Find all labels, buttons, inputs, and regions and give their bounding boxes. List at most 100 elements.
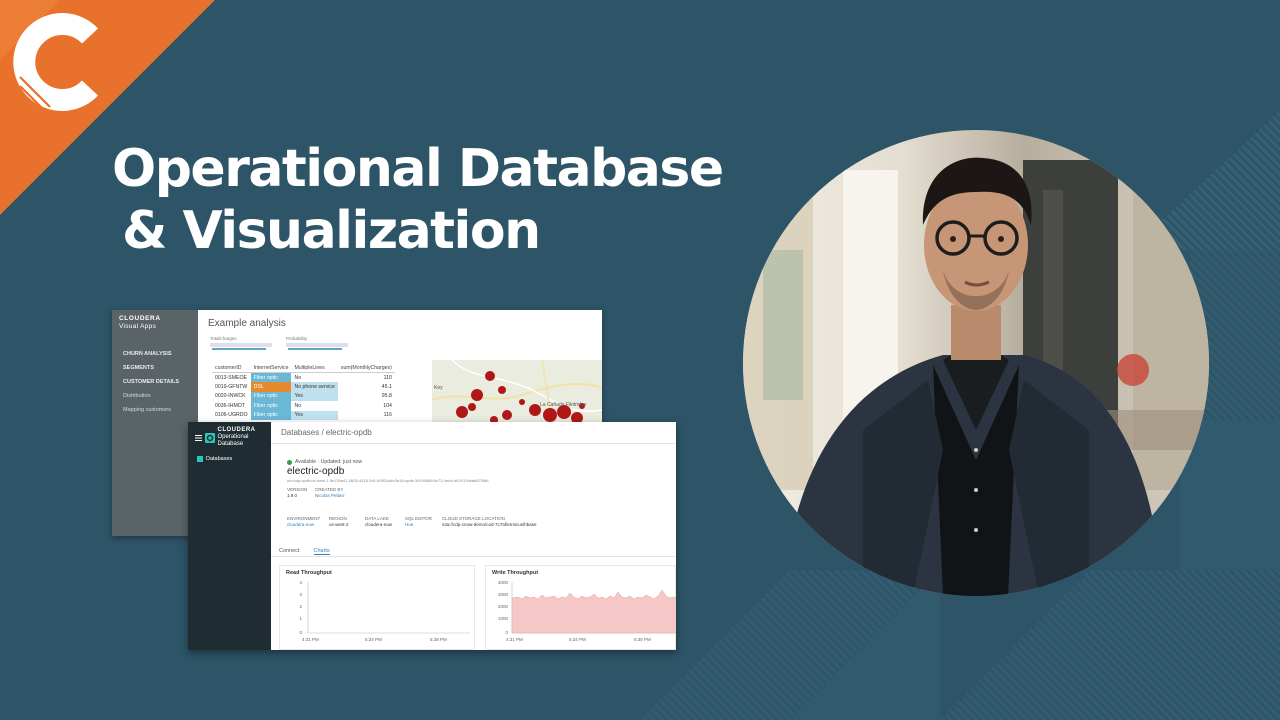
col-header[interactable]: customerID (212, 363, 251, 373)
write-chart-svg: 4000 3000 2000 1000 0 4:31 PM 5:34 PM 5:… (498, 580, 676, 642)
nav-databases-label: Databases (206, 456, 233, 462)
odb-brand: CLOUDERA Operational Database (195, 427, 271, 448)
cloudera-icon (205, 432, 215, 443)
cell: Fiber optic (250, 410, 292, 420)
brand-line-1: CLOUDERA (119, 315, 161, 322)
cell: 116 (383, 412, 392, 419)
database-icon (197, 456, 203, 462)
status-text: Available · Updated: just now (295, 459, 363, 465)
read-y-tick: 1 (299, 616, 302, 621)
table-row: 0106-UGRDO Fiber optic Yes 116 (212, 410, 395, 420)
write-y-tick: 0 (505, 630, 508, 635)
slider-graphics: TotalCharges Probability (210, 336, 348, 350)
analysis-title: Example analysis (208, 318, 286, 329)
status-badge: Available · Updated: just now (287, 459, 362, 465)
write-y-tick: 4000 (498, 580, 509, 585)
cell: 0019-GFNTW (215, 383, 248, 390)
write-x-tick: 4:31 PM (506, 637, 523, 642)
page-title: Operational Database & Visualization (112, 138, 724, 262)
odb-sidebar: CLOUDERA Operational Database Databases (188, 422, 271, 650)
operational-db-screenshot: CLOUDERA Operational Database Databases … (188, 422, 676, 650)
cell: 0106-UGRDO (215, 412, 248, 419)
nav-mapping-customers[interactable]: Mapping customers (123, 403, 179, 417)
col-header[interactable]: sum(MonthlyCharges) (337, 363, 395, 373)
read-throughput-chart: Read Throughput 4 3 2 1 0 4:31 PM 5:34 P… (279, 565, 475, 650)
version-field: VERSION 1.9.0 (287, 487, 307, 499)
sql-editor-value[interactable]: Hue (405, 522, 432, 528)
breadcrumb: Databases / electric-opdb (271, 422, 676, 444)
read-y-tick: 4 (299, 580, 302, 585)
tab-connect[interactable]: Connect (279, 548, 300, 555)
cell: Fiber optic (250, 372, 292, 382)
cell: Fiber optic (250, 401, 292, 411)
table-row: 0019-GFNTW DSL No phone service 45.1 (212, 382, 395, 392)
cell: Yes (291, 391, 338, 401)
odb-main: Databases / electric-opdb Available · Up… (271, 422, 676, 650)
cell: 45.1 (381, 383, 392, 390)
map-label-la-canada: La Cañada Flintridge (540, 402, 587, 408)
datalake-value[interactable]: cloudera-now (365, 522, 392, 528)
visual-apps-sidebar: CLOUDERA Visual Apps CHURN ANALYSIS SEGM… (112, 310, 198, 536)
filter-sliders: TotalCharges Probability (210, 335, 360, 356)
write-y-tick: 1000 (498, 616, 509, 621)
brand-line-2: Visual Apps (119, 322, 157, 330)
table-row: 0036-IHMOT Fiber optic No 104 (212, 401, 395, 411)
churn-table: customerID InternetService MultipleLines… (212, 363, 395, 420)
odb-brand-line-2: Operational Database (217, 434, 249, 447)
col-header[interactable]: InternetService (250, 363, 292, 373)
hamburger-menu-icon[interactable] (195, 434, 203, 442)
table-row: 0020-INWCK Fiber optic Yes 95.8 (212, 391, 395, 401)
database-name: electric-opdb (287, 466, 345, 477)
customer-map[interactable]: Key La Cañada Flintridge (431, 359, 602, 424)
cell: 0036-IHMOT (215, 402, 245, 409)
database-crn: crn:cdp:opdb:us-west-1:5e13ha41-0605-451… (287, 478, 489, 483)
cell: Yes (291, 410, 338, 420)
environment-field: ENVIRONMENT cloudera-now (287, 516, 320, 528)
map-graphic: Key La Cañada Flintridge (431, 359, 602, 424)
slider1-track[interactable] (210, 343, 272, 347)
version-value: 1.9.0 (287, 493, 298, 498)
nav-customer-details[interactable]: CUSTOMER DETAILS (123, 375, 179, 389)
created-by-value[interactable]: Nicolas Peláez (315, 493, 345, 499)
nav-churn-analysis[interactable]: CHURN ANALYSIS (123, 347, 179, 361)
cell: 110 (383, 374, 392, 381)
write-x-tick: 5:38 PM (634, 637, 651, 642)
cloud-storage-value[interactable]: s3a://cdp-cnow-demo/cod-7c7af/ermicus/hb… (442, 522, 537, 528)
cell: DSL (250, 382, 292, 392)
read-y-tick: 2 (299, 604, 302, 609)
status-dot-icon (287, 459, 292, 465)
cloud-storage-field: CLOUD STORAGE LOCATION s3a://cdp-cnow-de… (442, 516, 537, 528)
nav-segments[interactable]: SEGMENTS (123, 361, 179, 375)
title-line-2: & Visualization (122, 201, 541, 261)
cell: 0020-INWCK (215, 393, 246, 400)
read-x-tick: 5:34 PM (365, 637, 382, 642)
read-x-tick: 4:31 PM (302, 637, 319, 642)
col-header[interactable]: MultipleLines (291, 363, 338, 373)
nav-distribution[interactable]: Distribution (123, 389, 179, 403)
cell: 0013-SMEOE (215, 374, 248, 381)
region-value: us-west-2 (329, 522, 349, 527)
presenter-illustration (743, 130, 1209, 596)
cell: 104 (383, 402, 392, 409)
read-y-tick: 3 (299, 592, 302, 597)
sql-editor-field: SQL EDITOR Hue (405, 516, 432, 528)
read-x-tick: 5:38 PM (430, 637, 447, 642)
write-x-tick: 5:34 PM (569, 637, 586, 642)
cell: 95.8 (381, 393, 392, 400)
environment-value[interactable]: cloudera-now (287, 522, 320, 528)
slider2-track[interactable] (286, 343, 348, 347)
presenter-photo (743, 130, 1209, 596)
slider1-fill (212, 348, 266, 350)
tab-charts[interactable]: Charts (313, 548, 330, 555)
created-by-field: CREATED BY Nicolas Peláez (315, 487, 345, 499)
write-y-tick: 2000 (498, 604, 509, 609)
cell: No (291, 372, 338, 382)
write-y-tick: 3000 (498, 592, 509, 597)
read-y-tick: 0 (299, 630, 302, 635)
tab-divider (271, 556, 676, 557)
read-chart-svg: 4 3 2 1 0 4:31 PM 5:34 PM 5:38 PM (299, 580, 470, 642)
cell: No (291, 401, 338, 411)
datalake-field: DATA LAKE cloudera-now (365, 516, 392, 528)
slider2-label: Probability (286, 336, 308, 341)
nav-databases[interactable]: Databases (188, 453, 271, 465)
